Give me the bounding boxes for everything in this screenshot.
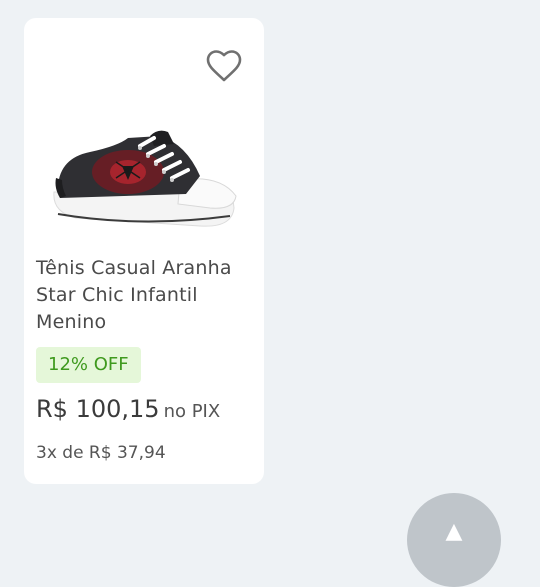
- price-suffix: no PIX: [163, 401, 221, 422]
- favorite-button[interactable]: [204, 46, 244, 86]
- installments-text: 3x de R$ 37,94: [36, 443, 166, 463]
- discount-badge: 12% OFF: [36, 347, 141, 383]
- product-title[interactable]: Tênis Casual Aranha Star Chic Infantil M…: [36, 255, 260, 336]
- heart-outline-icon: [206, 50, 242, 82]
- product-card[interactable]: Tênis Casual Aranha Star Chic Infantil M…: [24, 18, 264, 484]
- product-price: R$ 100,15: [36, 395, 160, 423]
- scroll-top-button[interactable]: ▲: [407, 493, 501, 587]
- chevron-up-icon: ▲: [445, 519, 463, 544]
- price-row: R$ 100,15 no PIX: [36, 391, 220, 427]
- sneaker-image: [53, 130, 237, 227]
